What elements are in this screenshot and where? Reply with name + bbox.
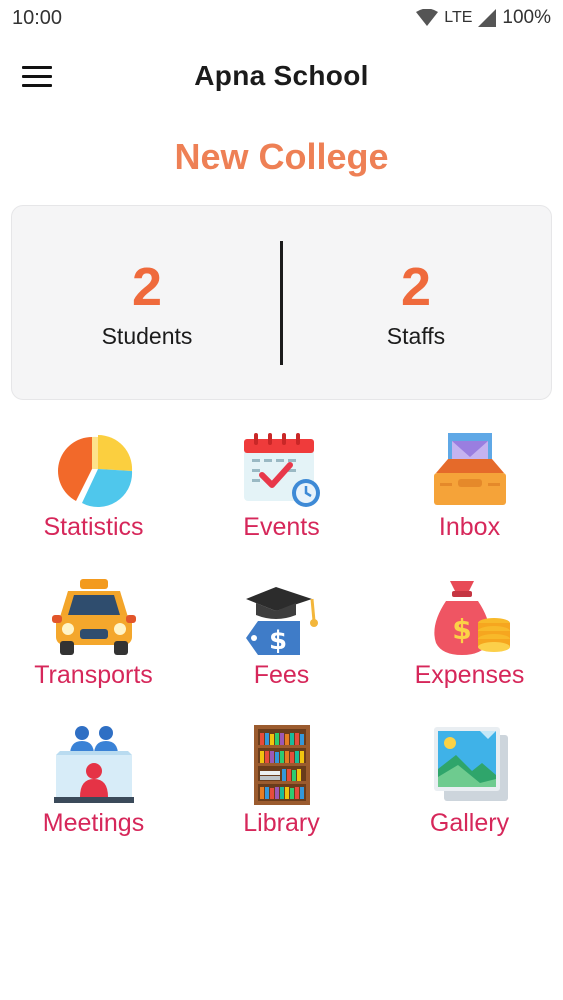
svg-text:$: $	[268, 626, 286, 656]
taxi-icon	[51, 579, 136, 655]
svg-text:$: $	[452, 613, 471, 646]
tile-label: Inbox	[438, 513, 501, 541]
tile-events[interactable]: Events	[188, 425, 375, 565]
gallery-icon	[433, 727, 508, 801]
meeting-icon	[53, 726, 134, 803]
money-bag-icon: $	[433, 581, 510, 655]
pie-chart-icon	[57, 434, 132, 508]
wifi-icon	[416, 9, 439, 26]
network-type: LTE	[444, 9, 473, 26]
tile-meetings[interactable]: Meetings	[0, 721, 187, 861]
status-icons: LTE 100%	[416, 7, 551, 29]
college-name: New College	[174, 136, 389, 177]
tile-gallery[interactable]: Gallery	[376, 721, 563, 861]
tile-expenses[interactable]: $ Expenses	[376, 573, 563, 713]
staffs-label: Staffs	[386, 323, 446, 349]
app-title: Apna School	[194, 60, 369, 91]
tile-transports[interactable]: Transports	[0, 573, 187, 713]
calendar-icon	[243, 433, 320, 507]
students-stat[interactable]: 2 Students	[12, 206, 282, 401]
inbox-icon	[433, 433, 506, 505]
tile-label: Statistics	[43, 513, 144, 541]
signal-icon	[478, 9, 497, 27]
tile-inbox[interactable]: Inbox	[376, 425, 563, 565]
tile-statistics[interactable]: Statistics	[0, 425, 187, 565]
tile-label: Library	[243, 809, 320, 837]
stats-card: 2 Students 2 Staffs	[11, 205, 552, 400]
students-label: Students	[101, 323, 193, 349]
app-bar: Apna School	[0, 40, 563, 112]
tile-label: Gallery	[429, 809, 510, 837]
bookshelf-icon	[253, 725, 310, 805]
staffs-count: 2	[400, 257, 432, 317]
tile-label: Events	[243, 513, 320, 541]
tile-label: Expenses	[414, 661, 525, 689]
status-bar: 10:00 LTE 100%	[0, 0, 563, 36]
tile-fees[interactable]: $ Fees	[188, 573, 375, 713]
tile-label: Meetings	[42, 809, 145, 837]
students-count: 2	[131, 257, 163, 317]
graduation-price-tag-icon: $	[245, 587, 318, 656]
battery-level: 100%	[502, 7, 551, 28]
tile-library[interactable]: Library	[188, 721, 375, 861]
tile-label: Fees	[253, 661, 310, 689]
status-time: 10:00	[12, 7, 63, 29]
staffs-stat[interactable]: 2 Staffs	[281, 206, 551, 401]
tile-label: Transports	[34, 661, 153, 689]
